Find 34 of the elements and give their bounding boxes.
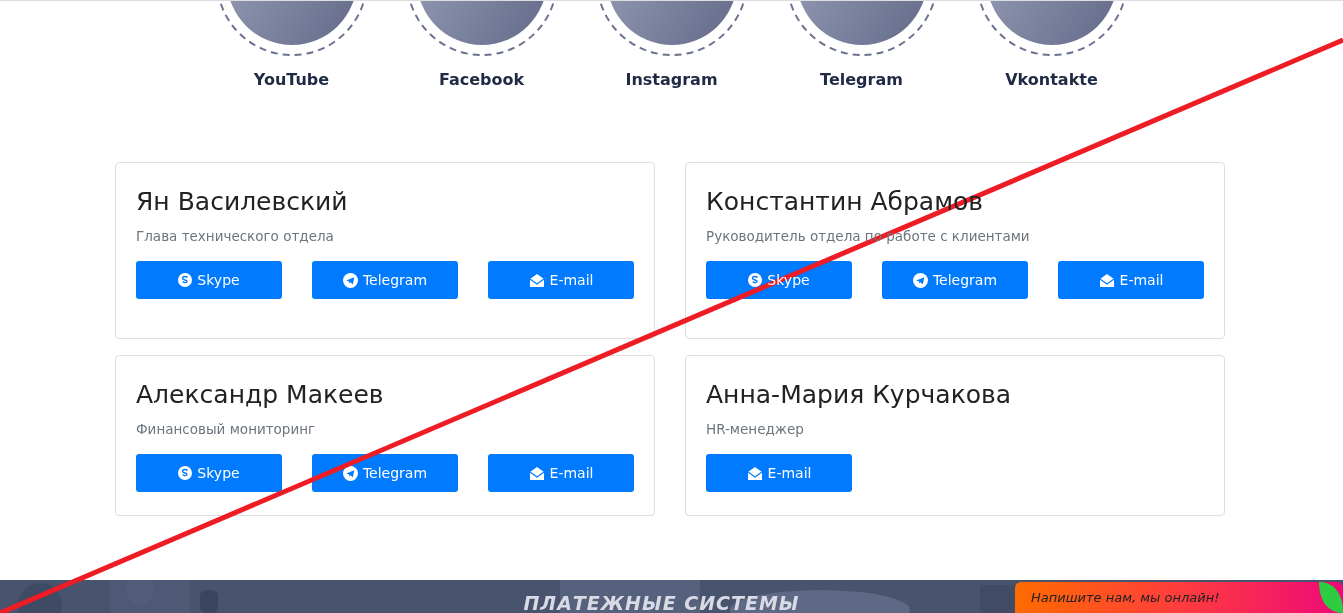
skype-icon [748, 273, 763, 287]
paper-plane-icon [342, 272, 358, 288]
social-label[interactable]: Facebook [438, 70, 525, 89]
open-envelope-icon [528, 466, 545, 480]
telegram-button[interactable]: Telegram [312, 261, 458, 299]
skype-icon [178, 273, 193, 287]
skype-button[interactable]: Skype [136, 261, 282, 299]
email-button[interactable]: E-mail [706, 454, 852, 492]
skype-icon [178, 466, 193, 480]
social-label[interactable]: YouTube [253, 70, 330, 89]
email-button[interactable]: E-mail [488, 261, 634, 299]
open-envelope-icon [528, 273, 545, 287]
contact-role: HR-менеджер [706, 421, 805, 437]
social-label[interactable]: Telegram [820, 70, 903, 89]
chat-widget[interactable]: Напишите нам, мы онлайн! [1015, 582, 1343, 613]
social-label[interactable]: Instagram [625, 70, 718, 89]
telegram-button[interactable]: Telegram [312, 454, 458, 492]
leaf-icon [1319, 582, 1343, 613]
email-button[interactable]: E-mail [1058, 261, 1204, 299]
contact-role: Финансовый мониторинг [136, 421, 317, 437]
section-title: ПЛАТЕЖНЫЕ СИСТЕМЫ [523, 594, 800, 613]
telegram-button[interactable]: Telegram [882, 261, 1028, 299]
social-label[interactable]: Vkontakte [1005, 70, 1098, 89]
email-button[interactable]: E-mail [488, 454, 634, 492]
chat-text: Напишите нам, мы онлайн! [1031, 590, 1220, 605]
skype-button[interactable]: Skype [136, 454, 282, 492]
open-envelope-icon [1098, 273, 1115, 287]
contact-name: Анна-Мария Курчакова [706, 379, 1013, 411]
contact-name: Александр Макеев [136, 379, 385, 411]
paper-plane-icon [342, 465, 358, 481]
paper-plane-icon [912, 272, 928, 288]
contact-name: Ян Василевский [136, 186, 349, 218]
contact-role: Глава технического отдела [136, 228, 335, 244]
open-envelope-icon [746, 466, 763, 480]
